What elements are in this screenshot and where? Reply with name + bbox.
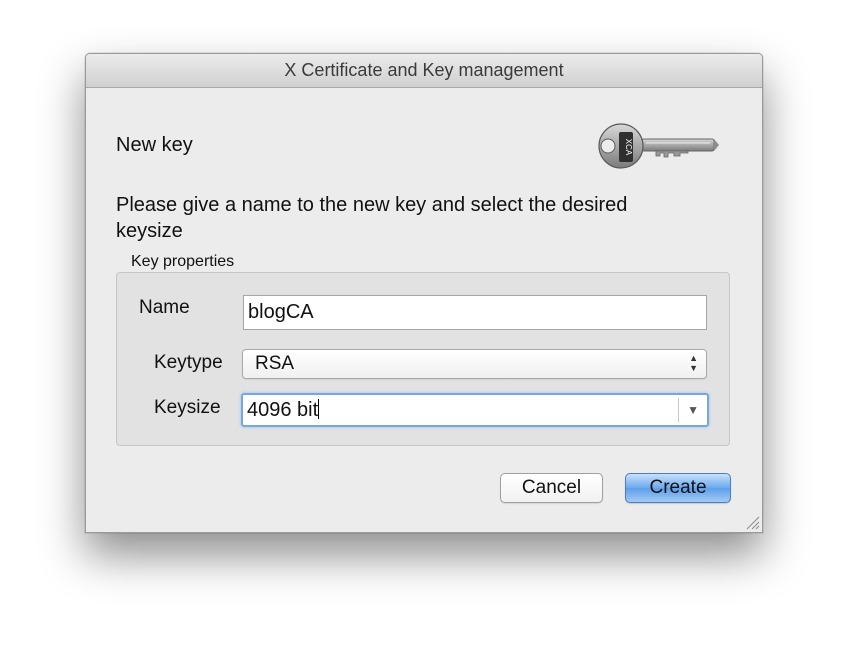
name-label: Name	[139, 297, 190, 318]
updown-arrows-icon: ▲ ▼	[689, 353, 698, 373]
page-title: New key	[116, 134, 193, 156]
key-properties-group: Name blogCA Keytype RSA ▲ ▼ Keysize 4096 …	[116, 272, 730, 446]
dialog-window: X Certificate and Key management New key…	[85, 53, 763, 533]
keysize-combobox[interactable]: 4096 bit ▼	[241, 393, 709, 427]
window-title: X Certificate and Key management	[284, 60, 564, 80]
instruction-text: Please give a name to the new key and se…	[116, 194, 628, 242]
text-caret	[318, 399, 320, 419]
keytype-label: Keytype	[154, 352, 223, 373]
create-button[interactable]: Create	[625, 473, 731, 503]
keytype-select-value: RSA	[255, 353, 295, 374]
svg-text:XCA: XCA	[624, 139, 633, 156]
keysize-combobox-value: 4096 bit	[247, 399, 320, 421]
group-label: Key properties	[131, 253, 235, 270]
window-titlebar[interactable]: X Certificate and Key management	[86, 54, 762, 88]
name-field[interactable]: blogCA	[243, 295, 707, 330]
resize-grip-icon[interactable]	[744, 514, 760, 530]
keytype-select[interactable]: RSA ▲ ▼	[242, 349, 707, 379]
chevron-down-icon[interactable]: ▼	[687, 395, 699, 425]
cancel-button[interactable]: Cancel	[500, 473, 603, 503]
keysize-label: Keysize	[154, 397, 221, 418]
key-icon: XCA	[598, 123, 719, 169]
name-field-value: blogCA	[248, 301, 314, 323]
combo-divider	[678, 398, 679, 422]
